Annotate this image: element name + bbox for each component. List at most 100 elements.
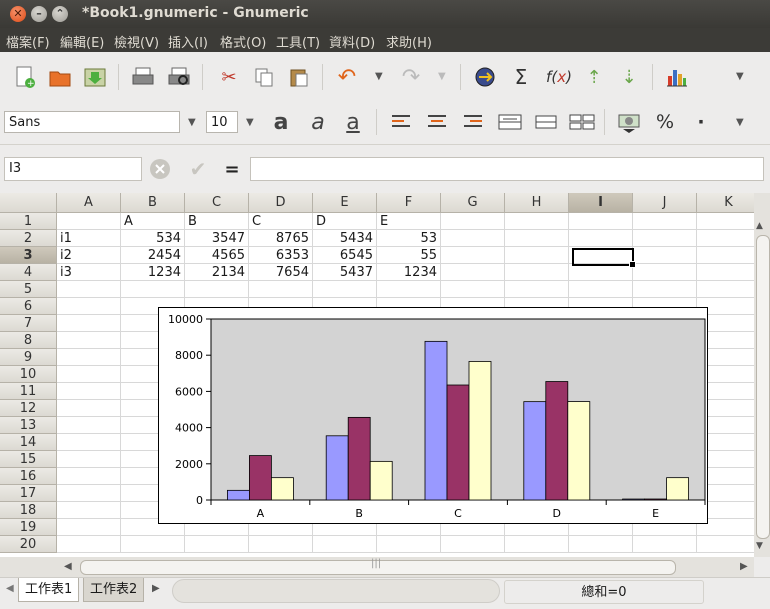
cell-G5[interactable] bbox=[441, 281, 505, 298]
scroll-right-icon[interactable]: ▶ bbox=[740, 561, 748, 572]
cell-B2[interactable]: 534 bbox=[121, 230, 185, 247]
column-header-E[interactable]: E bbox=[313, 193, 377, 213]
cell-E4[interactable]: 5437 bbox=[313, 264, 377, 281]
format-toolbar-overflow-icon[interactable]: ▼ bbox=[736, 117, 744, 128]
vertical-scroll-thumb[interactable] bbox=[756, 235, 770, 539]
cell-A16[interactable] bbox=[57, 468, 121, 485]
cell-J1[interactable] bbox=[633, 213, 697, 230]
undo-dropdown-icon[interactable]: ▼ bbox=[375, 71, 383, 82]
menu-insert[interactable]: 插入(I) bbox=[168, 32, 208, 51]
column-header-I[interactable]: I bbox=[569, 193, 633, 213]
menu-file[interactable]: 檔案(F) bbox=[6, 32, 50, 51]
row-header-19[interactable]: 19 bbox=[0, 519, 57, 536]
row-header-16[interactable]: 16 bbox=[0, 468, 57, 485]
cell-A7[interactable] bbox=[57, 315, 121, 332]
cell-G2[interactable] bbox=[441, 230, 505, 247]
row-header-13[interactable]: 13 bbox=[0, 417, 57, 434]
cell-G4[interactable] bbox=[441, 264, 505, 281]
menu-help[interactable]: 求助(H) bbox=[386, 32, 432, 51]
tab-scroll-right-icon[interactable]: ▶ bbox=[152, 583, 160, 594]
cell-A5[interactable] bbox=[57, 281, 121, 298]
row-header-7[interactable]: 7 bbox=[0, 315, 57, 332]
cell-I4[interactable] bbox=[569, 264, 633, 281]
cell-J2[interactable] bbox=[633, 230, 697, 247]
save-icon[interactable] bbox=[82, 64, 108, 90]
cell-C1[interactable]: B bbox=[185, 213, 249, 230]
cell-K5[interactable] bbox=[697, 281, 754, 298]
minimize-window-button[interactable]: – bbox=[31, 6, 47, 22]
currency-format-icon[interactable] bbox=[616, 109, 642, 135]
cell-H5[interactable] bbox=[505, 281, 569, 298]
cell-A19[interactable] bbox=[57, 519, 121, 536]
align-center-icon[interactable] bbox=[424, 109, 450, 135]
sort-ascending-icon[interactable]: ⇡ bbox=[581, 64, 607, 90]
cell-C2[interactable]: 3547 bbox=[185, 230, 249, 247]
italic-icon[interactable]: a bbox=[305, 109, 331, 135]
cell-A18[interactable] bbox=[57, 502, 121, 519]
sum-icon[interactable]: Σ bbox=[508, 64, 534, 90]
align-left-icon[interactable] bbox=[388, 109, 414, 135]
column-header-H[interactable]: H bbox=[505, 193, 569, 213]
scroll-left-icon[interactable]: ◀ bbox=[64, 561, 72, 572]
row-header-4[interactable]: 4 bbox=[0, 264, 57, 281]
cell-B1[interactable]: A bbox=[121, 213, 185, 230]
cell-C20[interactable] bbox=[185, 536, 249, 553]
menu-edit[interactable]: 編輯(E) bbox=[60, 32, 104, 51]
print-icon[interactable] bbox=[130, 64, 156, 90]
print-preview-icon[interactable] bbox=[166, 64, 192, 90]
tab-scroll-area[interactable] bbox=[172, 579, 500, 603]
menu-format[interactable]: 格式(O) bbox=[220, 32, 266, 51]
font-name-combo[interactable]: Sans bbox=[4, 111, 180, 133]
cell-H20[interactable] bbox=[505, 536, 569, 553]
cell-D1[interactable]: C bbox=[249, 213, 313, 230]
cell-G1[interactable] bbox=[441, 213, 505, 230]
column-header-J[interactable]: J bbox=[633, 193, 697, 213]
cut-icon[interactable]: ✂ bbox=[216, 64, 242, 90]
cell-F2[interactable]: 53 bbox=[377, 230, 441, 247]
cell-D2[interactable]: 8765 bbox=[249, 230, 313, 247]
cell-G20[interactable] bbox=[441, 536, 505, 553]
scroll-down-icon[interactable]: ▼ bbox=[756, 541, 763, 551]
row-header-9[interactable]: 9 bbox=[0, 349, 57, 366]
redo-dropdown-icon[interactable]: ▼ bbox=[438, 71, 446, 82]
row-header-10[interactable]: 10 bbox=[0, 366, 57, 383]
column-header-G[interactable]: G bbox=[441, 193, 505, 213]
cell-J3[interactable] bbox=[633, 247, 697, 264]
menu-data[interactable]: 資料(D) bbox=[329, 32, 375, 51]
underline-icon[interactable]: a bbox=[340, 109, 366, 135]
center-across-icon[interactable] bbox=[533, 109, 559, 135]
row-header-18[interactable]: 18 bbox=[0, 502, 57, 519]
row-header-12[interactable]: 12 bbox=[0, 400, 57, 417]
font-size-dropdown-icon[interactable]: ▼ bbox=[246, 117, 254, 128]
cell-E2[interactable]: 5434 bbox=[313, 230, 377, 247]
cell-A14[interactable] bbox=[57, 434, 121, 451]
cell-K2[interactable] bbox=[697, 230, 754, 247]
insert-chart-icon[interactable] bbox=[664, 64, 690, 90]
cell-E5[interactable] bbox=[313, 281, 377, 298]
row-header-6[interactable]: 6 bbox=[0, 298, 57, 315]
merge-cells-icon[interactable] bbox=[497, 109, 523, 135]
cell-A20[interactable] bbox=[57, 536, 121, 553]
column-header-F[interactable]: F bbox=[377, 193, 441, 213]
cell-C5[interactable] bbox=[185, 281, 249, 298]
cell-A17[interactable] bbox=[57, 485, 121, 502]
cell-C4[interactable]: 2134 bbox=[185, 264, 249, 281]
sort-descending-icon[interactable]: ⇣ bbox=[616, 64, 642, 90]
cell-K20[interactable] bbox=[697, 536, 754, 553]
corner-select-all[interactable] bbox=[0, 193, 57, 213]
cell-K3[interactable] bbox=[697, 247, 754, 264]
row-header-3[interactable]: 3 bbox=[0, 247, 57, 264]
accept-entry-icon[interactable]: ✔ bbox=[185, 156, 211, 182]
cell-A9[interactable] bbox=[57, 349, 121, 366]
cell-F4[interactable]: 1234 bbox=[377, 264, 441, 281]
cell-K1[interactable] bbox=[697, 213, 754, 230]
row-header-15[interactable]: 15 bbox=[0, 451, 57, 468]
cell-B3[interactable]: 2454 bbox=[121, 247, 185, 264]
cell-D20[interactable] bbox=[249, 536, 313, 553]
cell-F5[interactable] bbox=[377, 281, 441, 298]
close-window-button[interactable]: ✕ bbox=[10, 6, 26, 22]
cell-F20[interactable] bbox=[377, 536, 441, 553]
cell-D3[interactable]: 6353 bbox=[249, 247, 313, 264]
equals-icon[interactable]: = bbox=[219, 156, 245, 182]
row-header-2[interactable]: 2 bbox=[0, 230, 57, 247]
